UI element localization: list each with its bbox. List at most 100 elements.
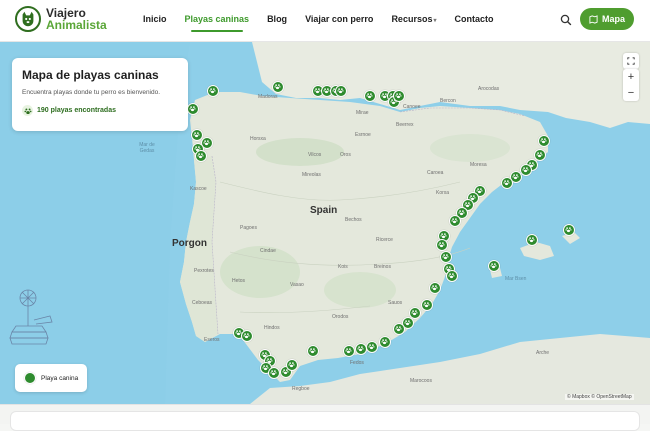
beach-marker[interactable]: [488, 260, 500, 272]
label-sea-right: Mar Bsen: [505, 276, 527, 282]
beach-marker[interactable]: [241, 330, 253, 342]
label-city: Caroea: [427, 170, 444, 176]
beach-marker[interactable]: [449, 215, 461, 227]
site-header: Viajero Animalista Inicio Playas caninas…: [0, 0, 650, 42]
label-city: Kascoe: [190, 186, 207, 192]
label-city: Kois: [338, 264, 348, 270]
site-logo[interactable]: Viajero Animalista: [15, 6, 107, 32]
info-subtitle: Encuentra playas donde tu perro es bienv…: [22, 89, 161, 96]
label-city: Pagoes: [240, 225, 257, 231]
legend-label: Playa canina: [41, 374, 79, 382]
label-city: Bercon: [440, 98, 456, 104]
label-city: Ceboeas: [192, 300, 213, 306]
map-attribution[interactable]: © Mapbox © OpenStreetMap: [565, 394, 634, 400]
beach-marker[interactable]: [526, 234, 538, 246]
beach-marker[interactable]: [343, 345, 355, 357]
label-city: Esrnoe: [355, 132, 371, 138]
beach-marker[interactable]: [538, 135, 550, 147]
label-city: Ricerce: [376, 237, 393, 243]
paw-icon: [22, 105, 33, 116]
nav-item-playas-caninas[interactable]: Playas caninas: [185, 14, 249, 32]
label-city: Horsxa: [250, 136, 266, 142]
beach-marker[interactable]: [268, 367, 280, 379]
label-city: Orodos: [332, 314, 349, 320]
label-city: Vilcos: [308, 152, 322, 158]
label-city: Bechos: [345, 217, 362, 223]
lighthouse-illustration: [9, 289, 53, 345]
beach-marker[interactable]: [272, 81, 284, 93]
zoom-out-button[interactable]: −: [623, 85, 639, 101]
beach-marker[interactable]: [393, 323, 405, 335]
beach-marker[interactable]: [534, 149, 546, 161]
beach-marker[interactable]: [364, 90, 376, 102]
map-legend: Playa canina: [15, 364, 87, 392]
label-city: Canoee: [403, 104, 421, 110]
label-city: Eseros: [204, 337, 220, 343]
beach-marker[interactable]: [421, 299, 433, 311]
beach-marker[interactable]: [563, 224, 575, 236]
beach-marker[interactable]: [379, 336, 391, 348]
label-city: Fedos: [350, 360, 364, 366]
label-city: Arche: [536, 350, 550, 356]
beach-count-text: 190 playas encontradas: [37, 107, 116, 114]
beach-info-card: Mapa de playas caninas Encuentra playas …: [12, 58, 188, 131]
label-city: Madoras: [258, 94, 278, 100]
label-city: Arocodas: [478, 86, 500, 92]
search-icon[interactable]: [558, 12, 574, 28]
beach-marker[interactable]: [307, 345, 319, 357]
beach-marker[interactable]: [446, 270, 458, 282]
beach-marker[interactable]: [187, 103, 199, 115]
nav-item-recursos[interactable]: Recursos▾: [391, 14, 436, 24]
label-city: Regboe: [292, 386, 310, 392]
label-city: Korxa: [436, 190, 450, 196]
label-city: Oros: [340, 152, 351, 158]
beach-marker[interactable]: [335, 85, 347, 97]
info-title: Mapa de playas caninas: [22, 68, 159, 82]
paw-icon: [16, 366, 36, 384]
label-africa: Marocoos: [410, 378, 432, 384]
brand-line-2: Animalista: [46, 18, 107, 32]
beach-marker[interactable]: [440, 251, 452, 263]
page-footer-strip: [0, 404, 650, 431]
map-button[interactable]: Mapa: [580, 8, 634, 30]
beach-marker[interactable]: [366, 341, 378, 353]
label-city: Sauos: [388, 300, 403, 306]
nav-item-inicio[interactable]: Inicio: [143, 14, 167, 24]
beach-marker[interactable]: [207, 85, 219, 97]
map-icon: [589, 14, 598, 24]
map-button-label: Mapa: [601, 14, 625, 24]
nav-item-blog[interactable]: Blog: [267, 14, 287, 24]
beach-marker[interactable]: [286, 359, 298, 371]
beach-marker[interactable]: [393, 90, 405, 102]
beach-marker[interactable]: [520, 164, 532, 176]
label-city: Beerrex: [396, 122, 414, 128]
label-spain: Spain: [310, 205, 338, 216]
dog-face-icon: [15, 6, 41, 32]
label-city: Hindos: [264, 325, 280, 331]
beach-marker[interactable]: [355, 343, 367, 355]
nav-item-contacto[interactable]: Contacto: [454, 14, 493, 24]
beach-marker[interactable]: [429, 282, 441, 294]
label-portugal: Porgon: [172, 238, 207, 249]
beach-marker[interactable]: [501, 177, 513, 189]
label-city: Hetos: [232, 278, 246, 284]
label-city: Moresa: [470, 162, 487, 168]
beach-marker[interactable]: [195, 150, 207, 162]
beach-marker[interactable]: [436, 239, 448, 251]
label-city: Breinos: [374, 264, 391, 270]
zoom-in-button[interactable]: +: [623, 69, 639, 85]
nav-item-recursos-label: Recursos: [391, 14, 433, 24]
nav-item-viajar-con-perro[interactable]: Viajar con perro: [305, 14, 373, 24]
label-city: Cindae: [260, 248, 276, 254]
main-nav: Inicio Playas caninas Blog Viajar con pe…: [143, 14, 511, 32]
beach-count: 190 playas encontradas: [22, 105, 178, 116]
label-city: Vasao: [290, 282, 304, 288]
fullscreen-control[interactable]: [623, 53, 639, 69]
fullscreen-icon[interactable]: [623, 53, 639, 69]
label-sea-left: Mar de Gedas: [139, 142, 155, 154]
label-city: Mireolas: [302, 172, 321, 178]
label-city: Pexrotes: [194, 268, 214, 274]
chevron-down-icon: ▾: [433, 18, 437, 24]
label-city: Mirae: [356, 110, 369, 116]
content-card: [10, 411, 640, 431]
